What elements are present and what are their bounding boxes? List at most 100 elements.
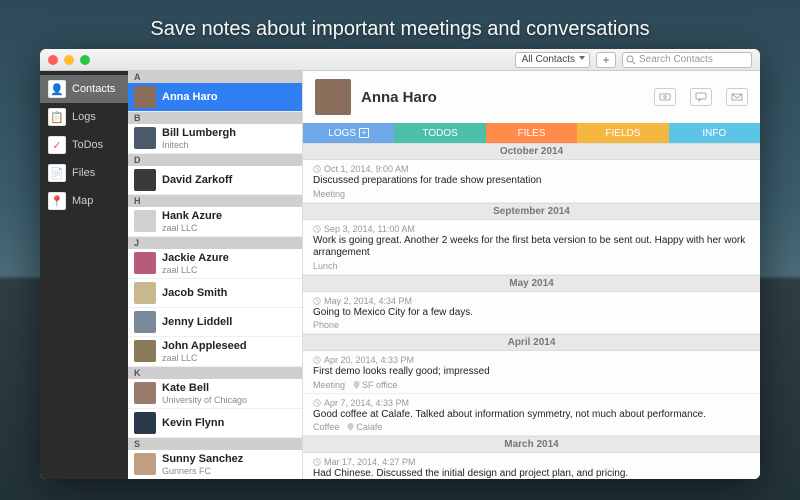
contact-row[interactable]: Hank Azurezaal LLC (128, 207, 302, 237)
contact-row[interactable]: Jacob Smith (128, 279, 302, 308)
sidebar-item-files[interactable]: 📄Files (40, 159, 128, 187)
phone-button[interactable] (654, 88, 676, 106)
contact-row[interactable]: David Zarkoff (128, 166, 302, 195)
contacts-icon: 👤 (48, 80, 66, 98)
search-icon (626, 55, 636, 65)
search-input[interactable]: Search Contacts (622, 52, 752, 68)
entry-text: Good coffee at Calafe. Talked about info… (313, 409, 750, 422)
clock-icon (313, 225, 321, 233)
contact-subtitle: Initech (162, 140, 236, 150)
tab-info[interactable]: INFO (669, 123, 760, 143)
chat-button[interactable] (690, 88, 712, 106)
contact-row[interactable]: Kate BellUniversity of Chicago (128, 379, 302, 409)
sidebar-item-label: ToDos (72, 139, 103, 151)
month-header: September 2014 (303, 203, 760, 220)
log-entry[interactable]: Sep 3, 2014, 11:00 AMWork is going great… (303, 220, 760, 275)
entry-time: Oct 1, 2014, 9:00 AM (313, 164, 750, 174)
avatar (315, 79, 351, 115)
zoom-icon[interactable] (80, 55, 90, 65)
log-entry[interactable]: May 2, 2014, 4:34 PMGoing to Mexico City… (303, 292, 760, 335)
avatar (134, 282, 156, 304)
contact-row[interactable]: Jenny Liddell (128, 308, 302, 337)
promo-caption: Save notes about important meetings and … (150, 18, 649, 41)
contact-list: AAnna HaroBBill LumberghInitechDDavid Za… (128, 71, 303, 479)
month-header: May 2014 (303, 275, 760, 292)
contact-name: Jenny Liddell (162, 316, 232, 329)
entry-tags: MeetingSF office (313, 380, 750, 390)
contact-name: Kate Bell (162, 382, 247, 395)
location-icon (347, 423, 354, 431)
contact-name: John Appleseed (162, 340, 247, 353)
clock-icon (313, 356, 321, 364)
tab-files[interactable]: FILES (486, 123, 577, 143)
log-entry[interactable]: Apr 20, 2014, 4:33 PMFirst demo looks re… (303, 351, 760, 394)
month-header: March 2014 (303, 436, 760, 453)
contact-subtitle: zaal LLC (162, 223, 222, 233)
avatar (134, 169, 156, 191)
sidebar-item-label: Logs (72, 111, 96, 123)
sidebar-item-todos[interactable]: ✓ ToDos (40, 131, 128, 159)
contact-name: David Zarkoff (162, 174, 232, 187)
contact-name: Hank Azure (162, 210, 222, 223)
section-header: J (128, 237, 302, 249)
entry-text: Discussed preparations for trade show pr… (313, 175, 750, 188)
avatar (134, 127, 156, 149)
avatar (134, 412, 156, 434)
tab-fields[interactable]: FIELDS (577, 123, 668, 143)
contact-subtitle: Gunners FC (162, 466, 243, 476)
sidebar-item-label: Contacts (72, 83, 115, 95)
month-header: April 2014 (303, 334, 760, 351)
minimize-icon[interactable] (64, 55, 74, 65)
avatar (134, 340, 156, 362)
add-log-icon[interactable]: + (359, 128, 369, 138)
contact-row[interactable]: Jackie Azurezaal LLC (128, 249, 302, 279)
contact-name: Anna Haro (162, 91, 218, 104)
contact-row[interactable]: Anna Haro (128, 83, 302, 112)
app-window: All Contacts + Search Contacts 👤 Contacts… (40, 49, 760, 479)
section-header: S (128, 438, 302, 450)
contact-row[interactable]: John Appleseedzaal LLC (128, 337, 302, 367)
log-entry[interactable]: Oct 1, 2014, 9:00 AMDiscussed preparatio… (303, 160, 760, 203)
section-header: B (128, 112, 302, 124)
sidebar-item-logs[interactable]: 📋Logs (40, 103, 128, 131)
avatar (134, 210, 156, 232)
section-header: H (128, 195, 302, 207)
contact-subtitle: University of Chicago (162, 395, 247, 405)
location-icon (353, 381, 360, 389)
entry-time: May 2, 2014, 4:34 PM (313, 296, 750, 306)
entry-tags: Phone (313, 320, 750, 330)
todos-icon: ✓ (48, 136, 66, 154)
contact-name: Jackie Azure (162, 252, 229, 265)
tab-logs[interactable]: LOGS+ (303, 123, 394, 143)
sidebar-item-label: Map (72, 195, 93, 207)
month-header: October 2014 (303, 143, 760, 160)
detail-name: Anna Haro (361, 89, 437, 106)
contact-name: Bill Lumbergh (162, 127, 236, 140)
close-icon[interactable] (48, 55, 58, 65)
filter-dropdown[interactable]: All Contacts (515, 52, 590, 68)
contact-row[interactable]: Sunny SanchezGunners FC (128, 450, 302, 479)
contact-name: Kevin Flynn (162, 417, 224, 430)
clock-icon (313, 399, 321, 407)
entry-tags: Lunch (313, 261, 750, 271)
contact-row[interactable]: Bill LumberghInitech (128, 124, 302, 154)
tab-todos[interactable]: TODOS (394, 123, 485, 143)
sidebar-item-map[interactable]: 📍Map (40, 187, 128, 215)
clock-icon (313, 297, 321, 305)
add-contact-button[interactable]: + (596, 52, 616, 68)
entry-text: Work is going great. Another 2 weeks for… (313, 235, 750, 260)
sidebar-item-contacts[interactable]: 👤 Contacts (40, 75, 128, 103)
entry-text: Had Chinese. Discussed the initial desig… (313, 468, 750, 479)
avatar (134, 311, 156, 333)
detail-header: Anna Haro (303, 71, 760, 123)
mail-button[interactable] (726, 88, 748, 106)
contact-name: Jacob Smith (162, 287, 227, 300)
log-entry[interactable]: Apr 7, 2014, 4:33 PMGood coffee at Calaf… (303, 394, 760, 437)
contact-name: Sunny Sanchez (162, 453, 243, 466)
entry-tags: Meeting (313, 189, 750, 199)
tab-label: LOGS (328, 128, 356, 139)
log-entry[interactable]: Mar 17, 2014, 4:27 PMHad Chinese. Discus… (303, 453, 760, 479)
contact-row[interactable]: Kevin Flynn (128, 409, 302, 438)
search-placeholder: Search Contacts (639, 54, 713, 65)
entry-text: Going to Mexico City for a few days. (313, 307, 750, 320)
